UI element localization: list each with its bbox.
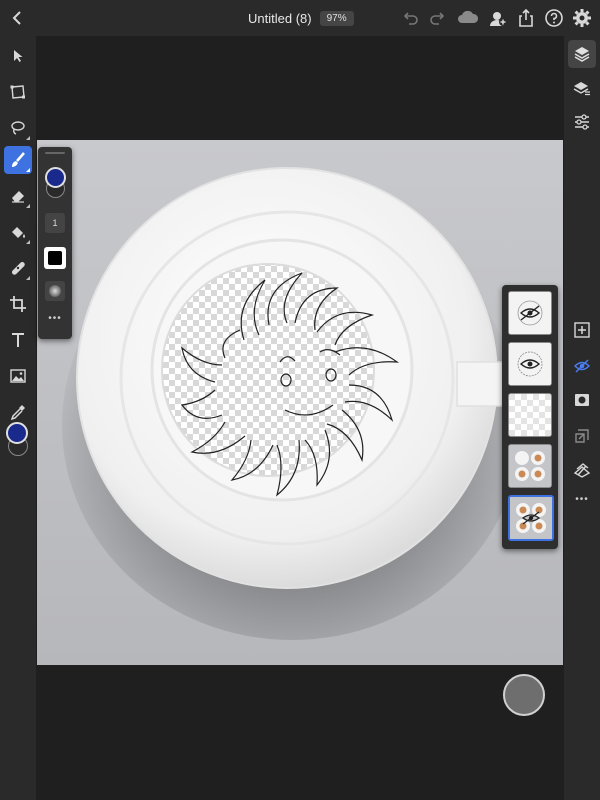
fill-tool[interactable]	[4, 218, 32, 246]
lasso-icon	[11, 121, 25, 135]
merge-down-button[interactable]	[568, 422, 596, 450]
layer-thumb-1[interactable]	[508, 291, 552, 335]
visibility-off-icon	[573, 359, 591, 373]
healing-tool[interactable]	[4, 254, 32, 282]
brush-panel: 1 •••	[38, 147, 72, 339]
help-icon[interactable]	[544, 8, 564, 28]
adjustments-button[interactable]	[568, 108, 596, 136]
eyedropper-icon	[10, 405, 25, 421]
settings-gear-icon[interactable]	[572, 8, 592, 28]
eraser-icon	[12, 191, 24, 203]
invite-icon[interactable]	[488, 8, 508, 28]
brush-hardness-icon[interactable]	[45, 281, 65, 301]
share-icon[interactable]	[516, 8, 536, 28]
brush-tool[interactable]	[4, 146, 32, 174]
brush-opacity-swatch[interactable]	[44, 247, 66, 269]
cloud-icon[interactable]	[456, 8, 480, 28]
redo-icon[interactable]	[428, 8, 448, 28]
layer-thumb-2[interactable]	[508, 342, 552, 386]
text-icon	[12, 333, 24, 347]
primary-color-swatch[interactable]	[6, 422, 28, 444]
brush-icon	[12, 152, 25, 167]
select-icon	[14, 50, 23, 62]
left-toolbar	[0, 36, 36, 800]
crop-tool[interactable]	[4, 290, 32, 318]
layer-properties-icon	[573, 82, 590, 96]
healing-icon	[11, 261, 25, 275]
panel-grip[interactable]	[45, 152, 65, 154]
layer-thumb-5-selected[interactable]	[508, 495, 554, 541]
document-title[interactable]: Untitled (8)	[248, 11, 312, 26]
touch-shortcut-button[interactable]	[503, 674, 545, 716]
layers-more-button[interactable]: •••	[564, 494, 600, 505]
clear-layer-button[interactable]	[568, 456, 596, 484]
lasso-tool[interactable]	[4, 114, 32, 142]
layers-icon	[574, 47, 590, 62]
layer-thumb-4[interactable]	[508, 444, 552, 488]
layer-properties-button[interactable]	[568, 74, 596, 102]
add-layer-button[interactable]	[568, 316, 596, 344]
coffee-cup-artwork	[62, 167, 544, 640]
image-icon	[10, 369, 26, 383]
transform-icon	[10, 85, 25, 99]
image-tool[interactable]	[4, 362, 32, 390]
layers-button[interactable]	[568, 40, 596, 68]
adjustments-icon	[575, 114, 589, 130]
mask-button[interactable]	[568, 386, 596, 414]
layers-thumbnail-panel	[502, 285, 558, 549]
fill-icon	[12, 227, 25, 238]
crop-icon	[10, 296, 26, 312]
zoom-level[interactable]: 97%	[319, 10, 354, 26]
right-toolbar: •••	[564, 36, 600, 800]
mask-icon	[575, 394, 589, 406]
back-icon[interactable]	[8, 8, 28, 28]
brush-more-button[interactable]: •••	[38, 313, 72, 324]
add-layer-icon	[574, 322, 590, 338]
transform-tool[interactable]	[4, 78, 32, 106]
top-bar: Untitled (8) 97%	[0, 0, 600, 36]
eraser-tool[interactable]	[4, 182, 32, 210]
undo-icon[interactable]	[400, 8, 420, 28]
color-swatches[interactable]	[6, 422, 30, 456]
brush-size-value[interactable]: 1	[45, 213, 65, 233]
brush-color-swatches[interactable]	[45, 167, 66, 199]
merge-down-icon	[575, 429, 589, 443]
text-tool[interactable]	[4, 326, 32, 354]
visibility-toggle-button[interactable]	[568, 352, 596, 380]
clear-layer-icon	[573, 463, 591, 478]
document-title-group: Untitled (8) 97%	[248, 8, 354, 28]
layer-thumb-3[interactable]	[508, 393, 552, 437]
artboard[interactable]	[37, 140, 563, 665]
select-tool[interactable]	[4, 42, 32, 70]
